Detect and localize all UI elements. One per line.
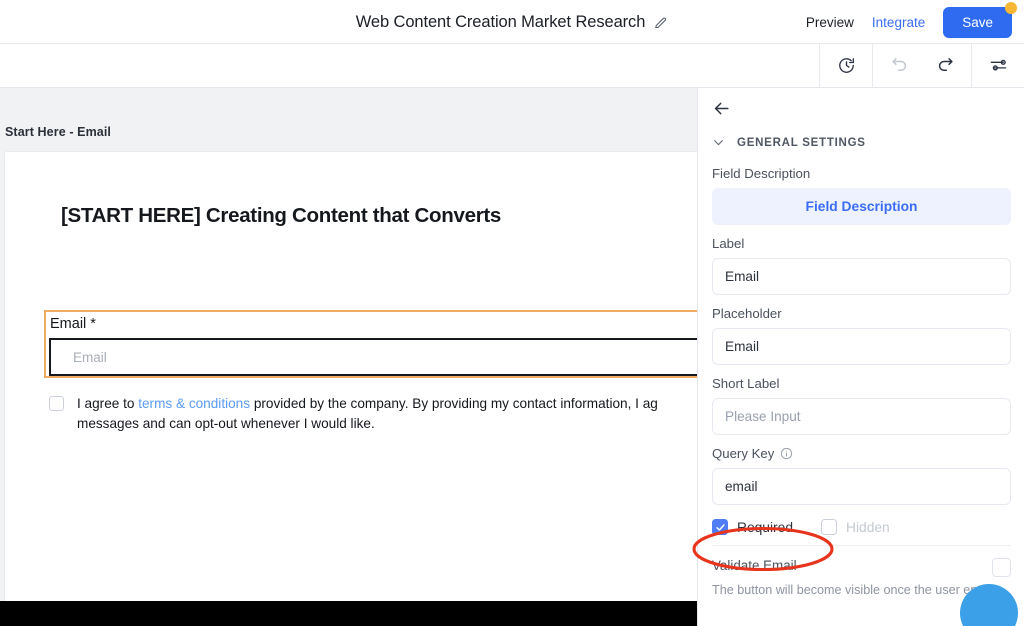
redo-icon[interactable] (933, 54, 957, 78)
consent-checkbox[interactable] (49, 396, 64, 411)
toolbar-group-undo-redo (872, 43, 971, 88)
app-root: Web Content Creation Market Research Pre… (0, 0, 1024, 626)
field-description-button[interactable]: Field Description (712, 188, 1011, 225)
required-label: Required (737, 519, 793, 535)
chevron-down-icon (712, 136, 725, 149)
header-actions: Preview Integrate Save (806, 0, 1017, 44)
placeholder-field-label: Placeholder (712, 306, 782, 321)
validate-email-title: Validate Email (712, 558, 797, 573)
pencil-icon[interactable] (653, 15, 668, 30)
validate-email-row: Validate Email (698, 546, 1024, 577)
short-label-input[interactable]: Please Input (712, 398, 1011, 435)
history-icon[interactable] (834, 54, 858, 78)
integrate-button[interactable]: Integrate (872, 15, 925, 30)
section-label: Start Here - Email (5, 125, 112, 139)
app-header: Web Content Creation Market Research Pre… (0, 0, 1024, 44)
consent-text-line2: messages and can opt-out whenever I woul… (77, 416, 375, 431)
page-title: Web Content Creation Market Research (355, 12, 646, 31)
required-checkbox[interactable] (712, 519, 728, 535)
arrow-left-icon[interactable] (712, 96, 736, 120)
undo-icon[interactable] (887, 54, 911, 78)
toolbar-group-settings (971, 43, 1024, 88)
settings-sliders-icon[interactable] (986, 54, 1010, 78)
label-input[interactable]: Email (712, 258, 1011, 295)
editor-toolbar (0, 43, 1024, 88)
hidden-checkbox[interactable] (821, 519, 837, 535)
consent-row[interactable]: I agree to terms & conditions provided b… (49, 394, 739, 434)
info-icon[interactable] (780, 447, 793, 460)
consent-text-after: provided by the company. By providing my… (250, 396, 658, 411)
query-key-group: Query Key email (698, 446, 1024, 505)
query-key-label-text: Query Key (712, 446, 775, 461)
email-field-selected-wrapper[interactable]: Email * Email (44, 310, 809, 378)
flags-row: Required Hidden (698, 519, 1024, 535)
save-button-wrap: Save (943, 1, 1017, 38)
email-input-placeholder: Email (73, 349, 107, 365)
consent-text: I agree to terms & conditions provided b… (77, 394, 737, 434)
short-label-group: Short Label Please Input (698, 376, 1024, 435)
query-key-field-label: Query Key (712, 446, 1011, 461)
preview-button[interactable]: Preview (806, 15, 854, 30)
save-button[interactable]: Save (943, 6, 1012, 38)
hidden-label: Hidden (846, 519, 890, 535)
required-checkbox-group[interactable]: Required (712, 519, 793, 535)
panel-body: Field Description Field Description Labe… (698, 166, 1024, 599)
save-unsaved-badge (1005, 1, 1017, 14)
short-label-field-label: Short Label (712, 376, 780, 391)
field-description-label: Field Description (712, 166, 811, 181)
hidden-checkbox-group[interactable]: Hidden (821, 519, 890, 535)
form-heading: [START HERE] Creating Content that Conve… (61, 204, 502, 227)
label-field-label: Label (712, 236, 745, 251)
label-group: Label Email (698, 236, 1024, 295)
email-input[interactable]: Email (49, 338, 809, 376)
query-key-input[interactable]: email (712, 468, 1011, 505)
field-settings-panel: GENERAL SETTINGS Field Description Field… (697, 88, 1024, 626)
general-settings-title: GENERAL SETTINGS (737, 136, 866, 149)
general-settings-header[interactable]: GENERAL SETTINGS (712, 136, 866, 149)
field-description-group: Field Description Field Description (698, 166, 1024, 225)
email-field-label: Email * (50, 316, 96, 332)
validate-email-toggle[interactable] (992, 558, 1011, 577)
placeholder-group: Placeholder Email (698, 306, 1024, 365)
terms-conditions-link[interactable]: terms & conditions (138, 396, 250, 411)
toolbar-group-history (819, 43, 872, 88)
placeholder-input[interactable]: Email (712, 328, 1011, 365)
consent-text-before: I agree to (77, 396, 139, 411)
